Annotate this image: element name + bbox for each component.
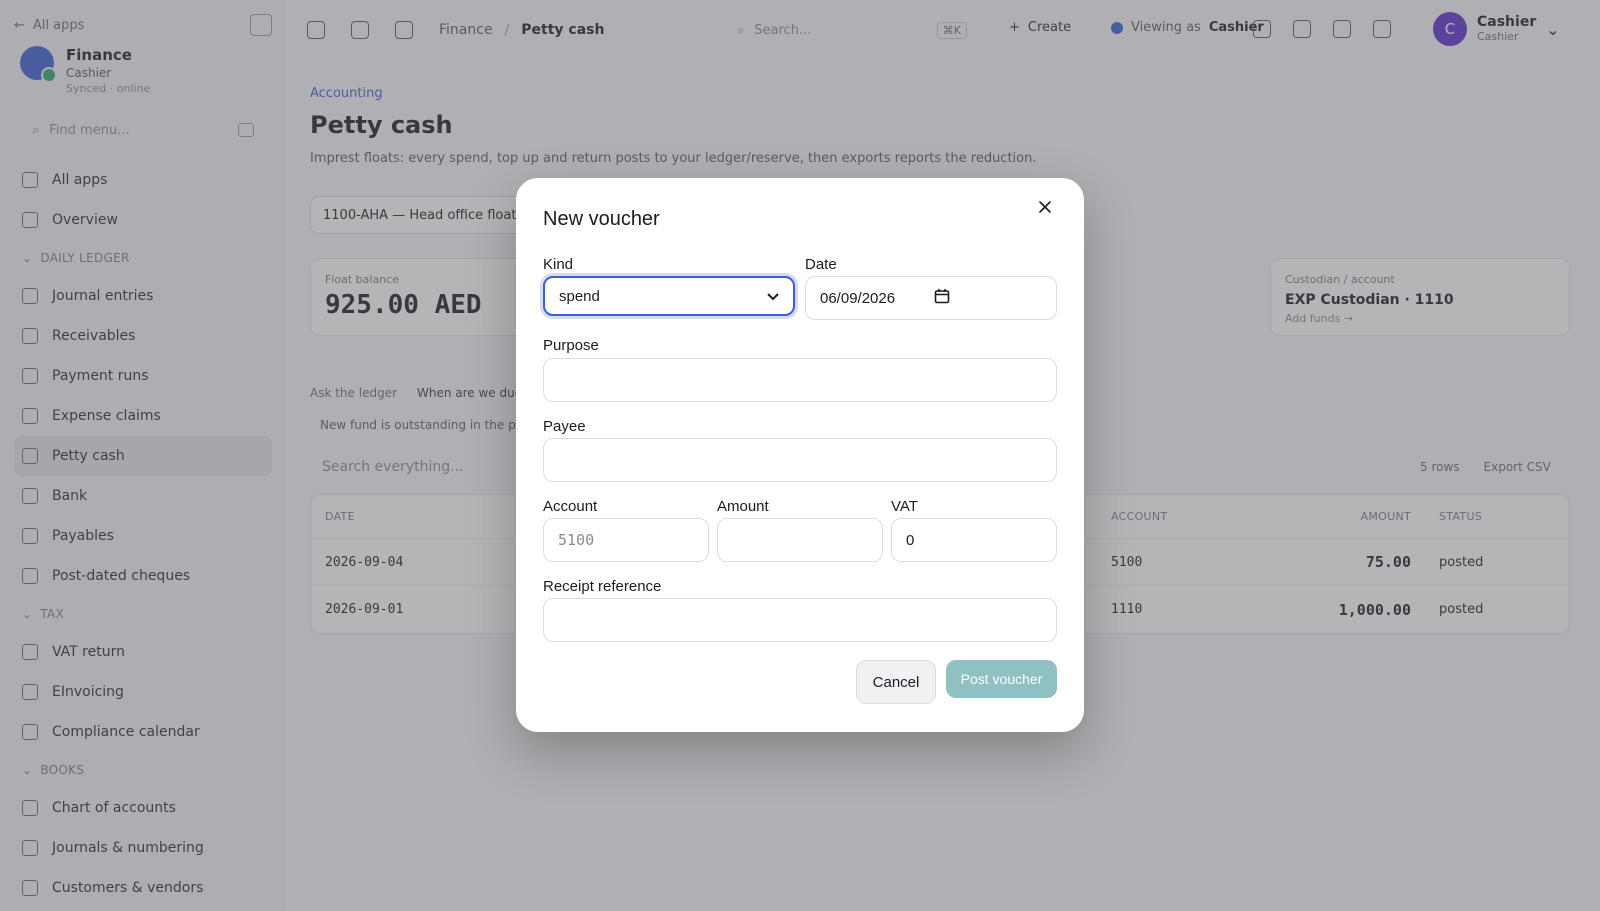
kind-select[interactable]: spend <box>543 276 795 316</box>
new-voucher-dialog: New voucher Kind spend Date 06/09/2026 P… <box>516 178 1084 732</box>
amount-input[interactable] <box>717 518 883 562</box>
post-voucher-button[interactable]: Post voucher <box>946 660 1057 698</box>
vat-value: 0 <box>906 531 915 549</box>
purpose-label: Purpose <box>543 337 599 354</box>
cancel-button[interactable]: Cancel <box>856 660 936 704</box>
account-input[interactable]: 5100 <box>543 518 709 562</box>
payee-input[interactable] <box>543 438 1057 482</box>
account-placeholder: 5100 <box>558 531 595 549</box>
receipt-reference-input[interactable] <box>543 598 1057 642</box>
calendar-icon[interactable] <box>934 288 950 308</box>
purpose-input[interactable] <box>543 358 1057 402</box>
dialog-title: New voucher <box>543 208 660 230</box>
kind-value: spend <box>559 287 600 305</box>
chevron-down-icon <box>767 288 779 305</box>
close-icon[interactable] <box>1034 196 1056 218</box>
amount-label: Amount <box>717 498 769 515</box>
vat-input[interactable]: 0 <box>891 518 1057 562</box>
date-label: Date <box>805 256 837 273</box>
date-input[interactable]: 06/09/2026 <box>805 276 1057 320</box>
payee-label: Payee <box>543 418 586 435</box>
date-value: 06/09/2026 <box>820 289 896 307</box>
vat-label: VAT <box>891 498 918 515</box>
receipt-reference-label: Receipt reference <box>543 578 662 595</box>
kind-label: Kind <box>543 256 574 273</box>
account-label: Account <box>543 498 598 515</box>
